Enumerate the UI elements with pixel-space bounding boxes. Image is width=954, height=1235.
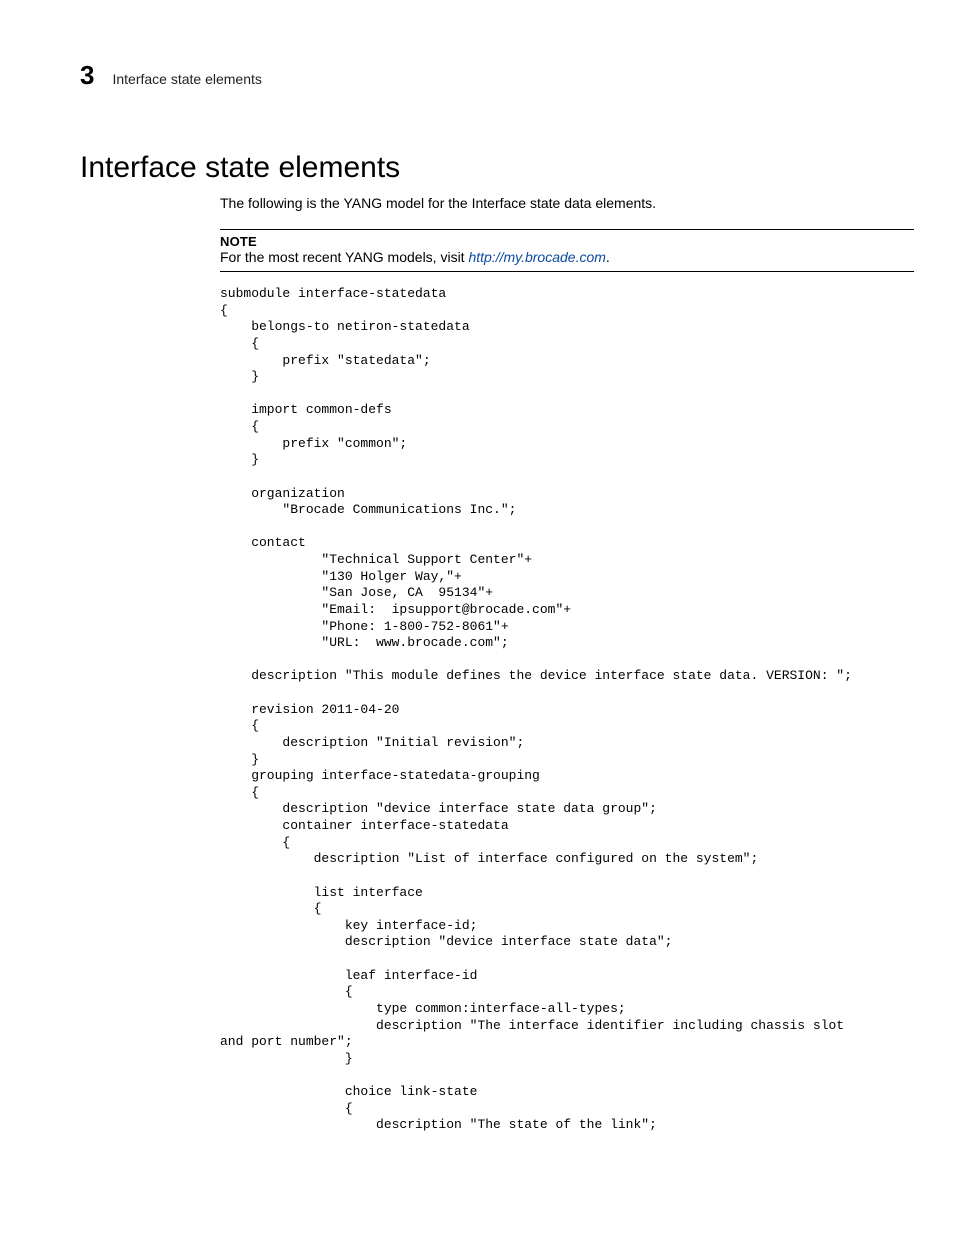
chapter-number: 3 bbox=[80, 60, 94, 91]
note-text-prefix: For the most recent YANG models, visit bbox=[220, 249, 468, 265]
note-link[interactable]: http://my.brocade.com bbox=[468, 249, 605, 265]
note-block: NOTE For the most recent YANG models, vi… bbox=[220, 229, 914, 272]
intro-paragraph: The following is the YANG model for the … bbox=[220, 195, 914, 211]
running-title: Interface state elements bbox=[112, 71, 261, 87]
note-text: For the most recent YANG models, visit h… bbox=[220, 249, 914, 265]
section-title: Interface state elements bbox=[80, 151, 914, 185]
code-block: submodule interface-statedata { belongs-… bbox=[220, 286, 914, 1134]
note-text-suffix: . bbox=[606, 249, 610, 265]
note-label: NOTE bbox=[220, 234, 914, 249]
running-header: 3 Interface state elements bbox=[80, 60, 914, 91]
body-content: The following is the YANG model for the … bbox=[220, 195, 914, 1134]
page: 3 Interface state elements Interface sta… bbox=[0, 0, 954, 1174]
